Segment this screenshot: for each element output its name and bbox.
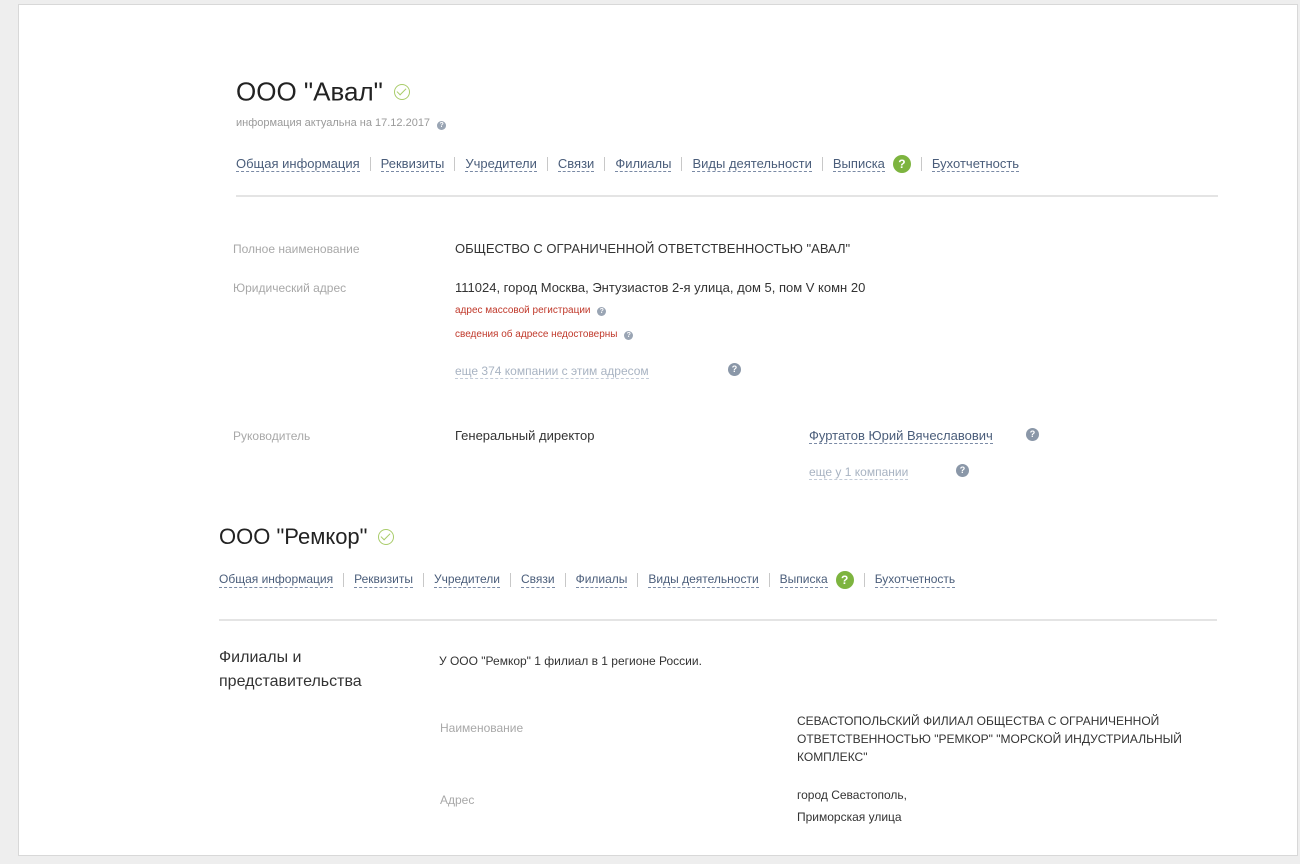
tab-requisites[interactable]: Реквизиты [354, 572, 413, 588]
divider [236, 195, 1218, 197]
tab-accounting[interactable]: Бухотчетность [874, 572, 956, 588]
unreliable-address-text: сведения об адресе недостоверны [455, 329, 618, 340]
tab-connections[interactable]: Связи [520, 572, 555, 588]
legal-address-value: 111024, город Москва, Энтузиастов 2-я ул… [455, 280, 866, 295]
tab-founders[interactable]: Учредители [465, 156, 537, 172]
branches-heading: Филиалы и представительства [219, 649, 362, 690]
company-title-remkor: ООО "Ремкор" [219, 523, 394, 550]
tabs-aval: Общая информация Реквизиты Учредители Св… [236, 155, 1020, 173]
verified-check-icon [377, 529, 394, 546]
tab-divider [454, 157, 456, 171]
actual-date-text: информация актуальна на 17.12.2017 [236, 117, 431, 129]
verified-check-icon [394, 84, 411, 101]
tab-branches[interactable]: Филиалы [615, 156, 672, 172]
tab-divider [681, 157, 683, 171]
question-icon[interactable]: ? [597, 307, 607, 316]
tab-divider [821, 157, 823, 171]
tab-connections[interactable]: Связи [557, 156, 595, 172]
tab-divider [564, 573, 566, 587]
tab-divider [546, 157, 548, 171]
tab-divider [509, 573, 511, 587]
extract-help-icon[interactable]: ? [835, 571, 854, 589]
mass-registration-text: адрес массовой регистрации [455, 305, 591, 316]
company-name: ООО "Ремкор" [219, 524, 368, 550]
tab-divider [343, 573, 345, 587]
unreliable-address-warning: сведения об адресе недостоверны ? [455, 329, 634, 340]
question-icon[interactable]: ? [624, 331, 634, 340]
tab-divider [604, 157, 606, 171]
tab-extract[interactable]: Выписка [779, 572, 828, 588]
tab-divider [369, 157, 371, 171]
head-label: Руководитель [233, 429, 311, 443]
tab-general-info[interactable]: Общая информация [219, 572, 334, 588]
tab-requisites[interactable]: Реквизиты [380, 156, 445, 172]
tab-general-info[interactable]: Общая информация [236, 156, 360, 172]
tabs-remkor: Общая информация Реквизиты Учредители Св… [219, 571, 956, 589]
question-icon[interactable]: ? [437, 121, 447, 130]
question-icon[interactable]: ? [1026, 428, 1039, 441]
tab-activities[interactable]: Виды деятельности [648, 572, 759, 588]
branches-summary: У ООО "Ремкор" 1 филиал в 1 регионе Росс… [439, 654, 702, 668]
address-more-link[interactable]: еще 374 компании с этим адресом [455, 364, 649, 379]
extract-help-icon[interactable]: ? [892, 155, 911, 173]
tab-divider [920, 157, 922, 171]
branch-address-label: Адрес [440, 793, 475, 807]
branch-address-line2: Приморская улица [797, 810, 902, 824]
tab-divider [768, 573, 770, 587]
mass-registration-warning: адрес массовой регистрации ? [455, 305, 607, 316]
full-name-value: ОБЩЕСТВО С ОГРАНИЧЕННОЙ ОТВЕТСТВЕННОСТЬЮ… [455, 241, 851, 256]
head-more-link[interactable]: еще у 1 компании [809, 465, 909, 480]
full-name-label: Полное наименование [233, 242, 360, 256]
divider [219, 619, 1217, 621]
head-position: Генеральный директор [455, 428, 595, 443]
branch-address-line1: город Севастополь, [797, 788, 907, 802]
question-icon[interactable]: ? [728, 363, 741, 376]
legal-address-label: Юридический адрес [233, 281, 347, 295]
screenshot-frame: ООО "Авал" информация актуальна на 17.12… [18, 4, 1298, 856]
company-title-aval: ООО "Авал" [236, 75, 411, 108]
tab-divider [863, 573, 865, 587]
actual-date-note: информация актуальна на 17.12.2017 ? [236, 117, 447, 130]
company-name: ООО "Авал" [236, 76, 383, 107]
question-icon[interactable]: ? [956, 464, 969, 477]
tab-branches[interactable]: Филиалы [575, 572, 628, 588]
branch-name-value: СЕВАСТОПОЛЬСКИЙ ФИЛИАЛ ОБЩЕСТВА С ОГРАНИ… [797, 714, 1182, 764]
tab-founders[interactable]: Учредители [433, 572, 500, 588]
tab-divider [422, 573, 424, 587]
head-name-link[interactable]: Фуртатов Юрий Вячеславович [809, 428, 993, 444]
tab-accounting[interactable]: Бухотчетность [931, 156, 1020, 172]
tab-divider [637, 573, 639, 587]
branch-name-label: Наименование [440, 721, 524, 735]
tab-extract[interactable]: Выписка [832, 156, 885, 172]
tab-activities[interactable]: Виды деятельности [692, 156, 812, 172]
